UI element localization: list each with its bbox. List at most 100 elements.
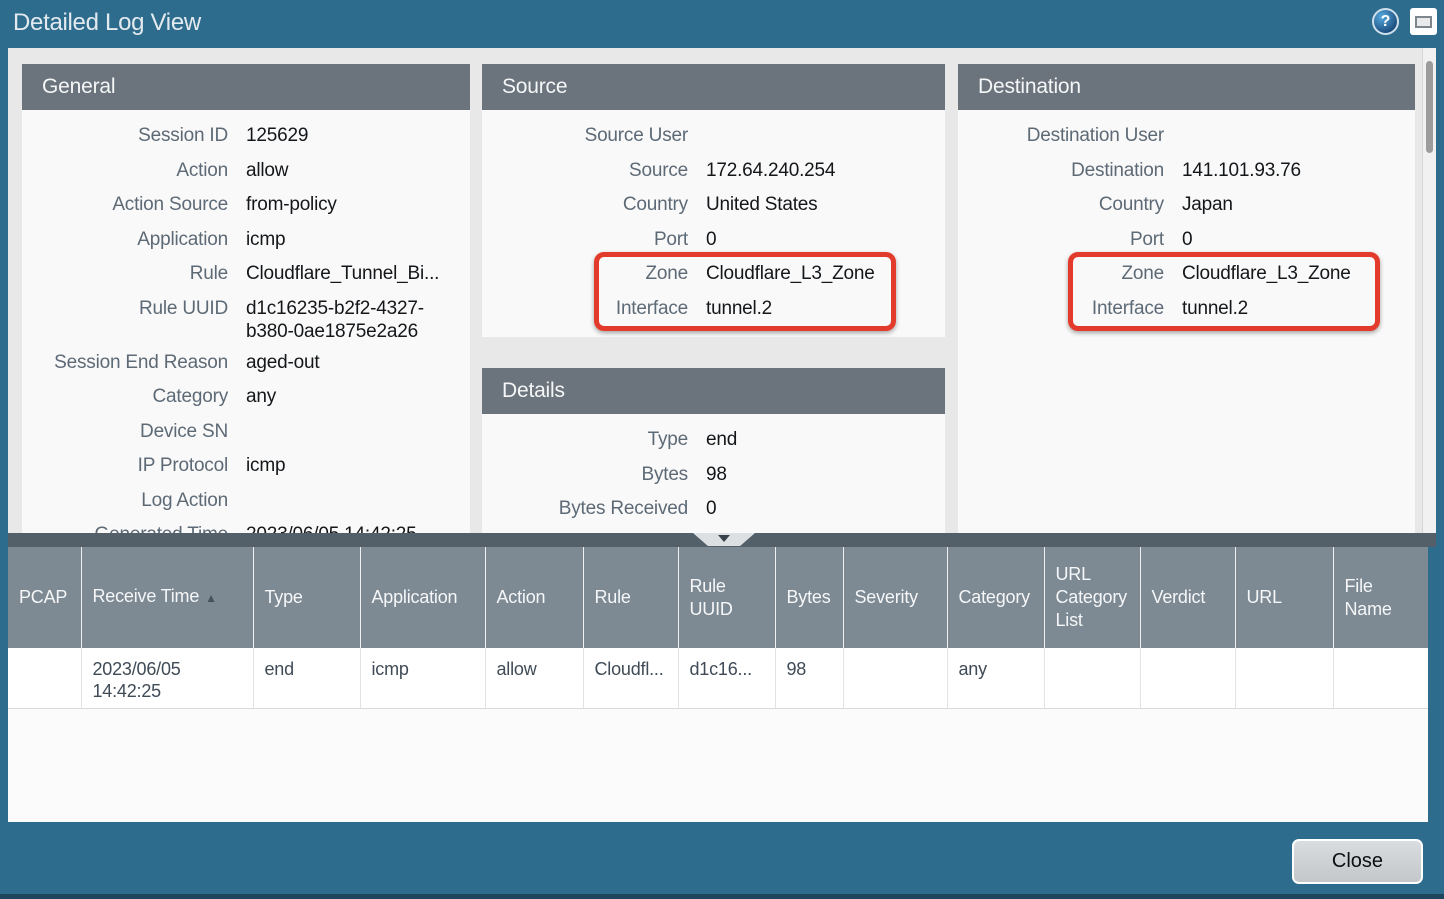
col-receive-time[interactable]: Receive Time ▲ bbox=[81, 547, 253, 648]
col-file-name[interactable]: File Name bbox=[1333, 547, 1428, 648]
field-label: Port bbox=[482, 223, 688, 258]
field-value: from-policy bbox=[246, 188, 470, 223]
cell-action: allow bbox=[485, 648, 583, 709]
field-value bbox=[1182, 119, 1415, 154]
col-rule-uuid[interactable]: Rule UUID bbox=[678, 547, 775, 648]
field-value: aged-out bbox=[246, 346, 470, 381]
col-action[interactable]: Action bbox=[485, 547, 583, 648]
general-panel-header: General bbox=[22, 64, 470, 110]
field-label: Zone bbox=[958, 257, 1164, 292]
field-value: 141.101.93.76 bbox=[1182, 154, 1415, 189]
vertical-scrollbar[interactable] bbox=[1422, 48, 1436, 533]
field-label: Device SN bbox=[22, 415, 228, 450]
cell-category: any bbox=[947, 648, 1044, 709]
dialog-bottom-edge bbox=[0, 894, 1444, 899]
details-panel: Details Typeend Bytes 98 Bytes Received 0 bbox=[482, 368, 945, 533]
field-value: end bbox=[706, 423, 945, 458]
field-label: Action bbox=[22, 154, 228, 189]
field-label: Interface bbox=[958, 292, 1164, 327]
field-label: Source bbox=[482, 154, 688, 189]
cell-severity bbox=[843, 648, 947, 709]
source-panel: Source Source User Source172.64.240.254 … bbox=[482, 64, 945, 337]
col-pcap[interactable]: PCAP bbox=[8, 547, 81, 648]
field-value: Cloudflare_L3_Zone bbox=[706, 257, 945, 292]
cell-url-category-list bbox=[1044, 648, 1140, 709]
field-label: Action Source bbox=[22, 188, 228, 223]
field-label: Zone bbox=[482, 257, 688, 292]
field-label: Category bbox=[22, 380, 228, 415]
destination-panel-header: Destination bbox=[958, 64, 1415, 110]
col-rule[interactable]: Rule bbox=[583, 547, 678, 648]
field-value: tunnel.2 bbox=[1182, 292, 1415, 327]
field-value: Cloudflare_L3_Zone bbox=[1182, 257, 1415, 292]
field-value: icmp bbox=[246, 449, 470, 484]
col-type[interactable]: Type bbox=[253, 547, 360, 648]
field-label: Bytes Received bbox=[482, 492, 688, 527]
field-value: 0 bbox=[706, 492, 945, 527]
field-label: Port bbox=[958, 223, 1164, 258]
col-category[interactable]: Category bbox=[947, 547, 1044, 648]
col-url[interactable]: URL bbox=[1235, 547, 1333, 648]
general-panel-body: Session ID125629 Actionallow Action Sour… bbox=[22, 110, 470, 533]
col-receive-time-label: Receive Time bbox=[93, 586, 200, 606]
col-severity[interactable]: Severity bbox=[843, 547, 947, 648]
cell-bytes: 98 bbox=[775, 648, 843, 709]
table-header-row: PCAP Receive Time ▲ Type Application Acti… bbox=[8, 547, 1428, 648]
col-verdict[interactable]: Verdict bbox=[1140, 547, 1235, 648]
field-value: d1c16235-b2f2-4327-b380-0ae1875e2a26 bbox=[246, 292, 470, 346]
field-label: Type bbox=[482, 423, 688, 458]
cell-file-name bbox=[1333, 648, 1428, 709]
field-value: 172.64.240.254 bbox=[706, 154, 945, 189]
log-table: PCAP Receive Time ▲ Type Application Acti… bbox=[8, 547, 1428, 709]
close-button[interactable]: Close bbox=[1292, 839, 1423, 884]
source-panel-body: Source User Source172.64.240.254 Country… bbox=[482, 110, 945, 337]
popout-window-icon[interactable] bbox=[1410, 8, 1437, 35]
cell-receive-time: 2023/06/05 14:42:25 bbox=[81, 648, 253, 709]
field-value: 0 bbox=[706, 223, 945, 258]
col-bytes[interactable]: Bytes bbox=[775, 547, 843, 648]
popout-window-icon-inner bbox=[1415, 16, 1432, 28]
cell-rule: Cloudfl... bbox=[583, 648, 678, 709]
chevron-down-icon bbox=[718, 535, 730, 542]
field-value: tunnel.2 bbox=[706, 292, 945, 327]
detailed-log-view-dialog: { "titlebar": { "title": "Detailed Log V… bbox=[0, 0, 1444, 899]
field-label: Destination User bbox=[958, 119, 1164, 154]
field-label: Application bbox=[22, 223, 228, 258]
field-value: United States bbox=[706, 188, 945, 223]
cell-type: end bbox=[253, 648, 360, 709]
field-label: Rule bbox=[22, 257, 228, 292]
log-detail-area: General Session ID125629 Actionallow Act… bbox=[8, 48, 1436, 533]
field-value bbox=[246, 484, 470, 519]
sort-ascending-icon: ▲ bbox=[205, 591, 217, 605]
field-value: Japan bbox=[1182, 188, 1415, 223]
dialog-title: Detailed Log View bbox=[13, 9, 201, 37]
col-application[interactable]: Application bbox=[360, 547, 485, 648]
field-label: Destination bbox=[958, 154, 1164, 189]
field-label: Source User bbox=[482, 119, 688, 154]
field-value: 98 bbox=[706, 458, 945, 493]
cell-rule-uuid: d1c16... bbox=[678, 648, 775, 709]
col-url-category-list[interactable]: URL Category List bbox=[1044, 547, 1140, 648]
field-value: 125629 bbox=[246, 119, 470, 154]
help-icon[interactable]: ? bbox=[1372, 8, 1399, 35]
field-value: 0 bbox=[1182, 223, 1415, 258]
field-value: any bbox=[246, 380, 470, 415]
details-panel-header: Details bbox=[482, 368, 945, 414]
cell-verdict bbox=[1140, 648, 1235, 709]
field-label: Bytes bbox=[482, 458, 688, 493]
cell-application: icmp bbox=[360, 648, 485, 709]
cell-url bbox=[1235, 648, 1333, 709]
cell-pcap bbox=[8, 648, 81, 709]
field-value: Cloudflare_Tunnel_Bi... bbox=[246, 257, 470, 292]
source-panel-header: Source bbox=[482, 64, 945, 110]
collapse-splitter-handle[interactable] bbox=[693, 533, 755, 546]
field-label: Country bbox=[958, 188, 1164, 223]
field-value: icmp bbox=[246, 223, 470, 258]
vertical-scrollbar-thumb[interactable] bbox=[1426, 61, 1433, 153]
field-label: Interface bbox=[482, 292, 688, 327]
field-label: Log Action bbox=[22, 484, 228, 519]
destination-panel: Destination Destination User Destination… bbox=[958, 64, 1415, 533]
table-row[interactable]: 2023/06/05 14:42:25 end icmp allow Cloud… bbox=[8, 648, 1428, 709]
field-label: Generated Time bbox=[22, 518, 228, 533]
general-panel: General Session ID125629 Actionallow Act… bbox=[22, 64, 470, 533]
